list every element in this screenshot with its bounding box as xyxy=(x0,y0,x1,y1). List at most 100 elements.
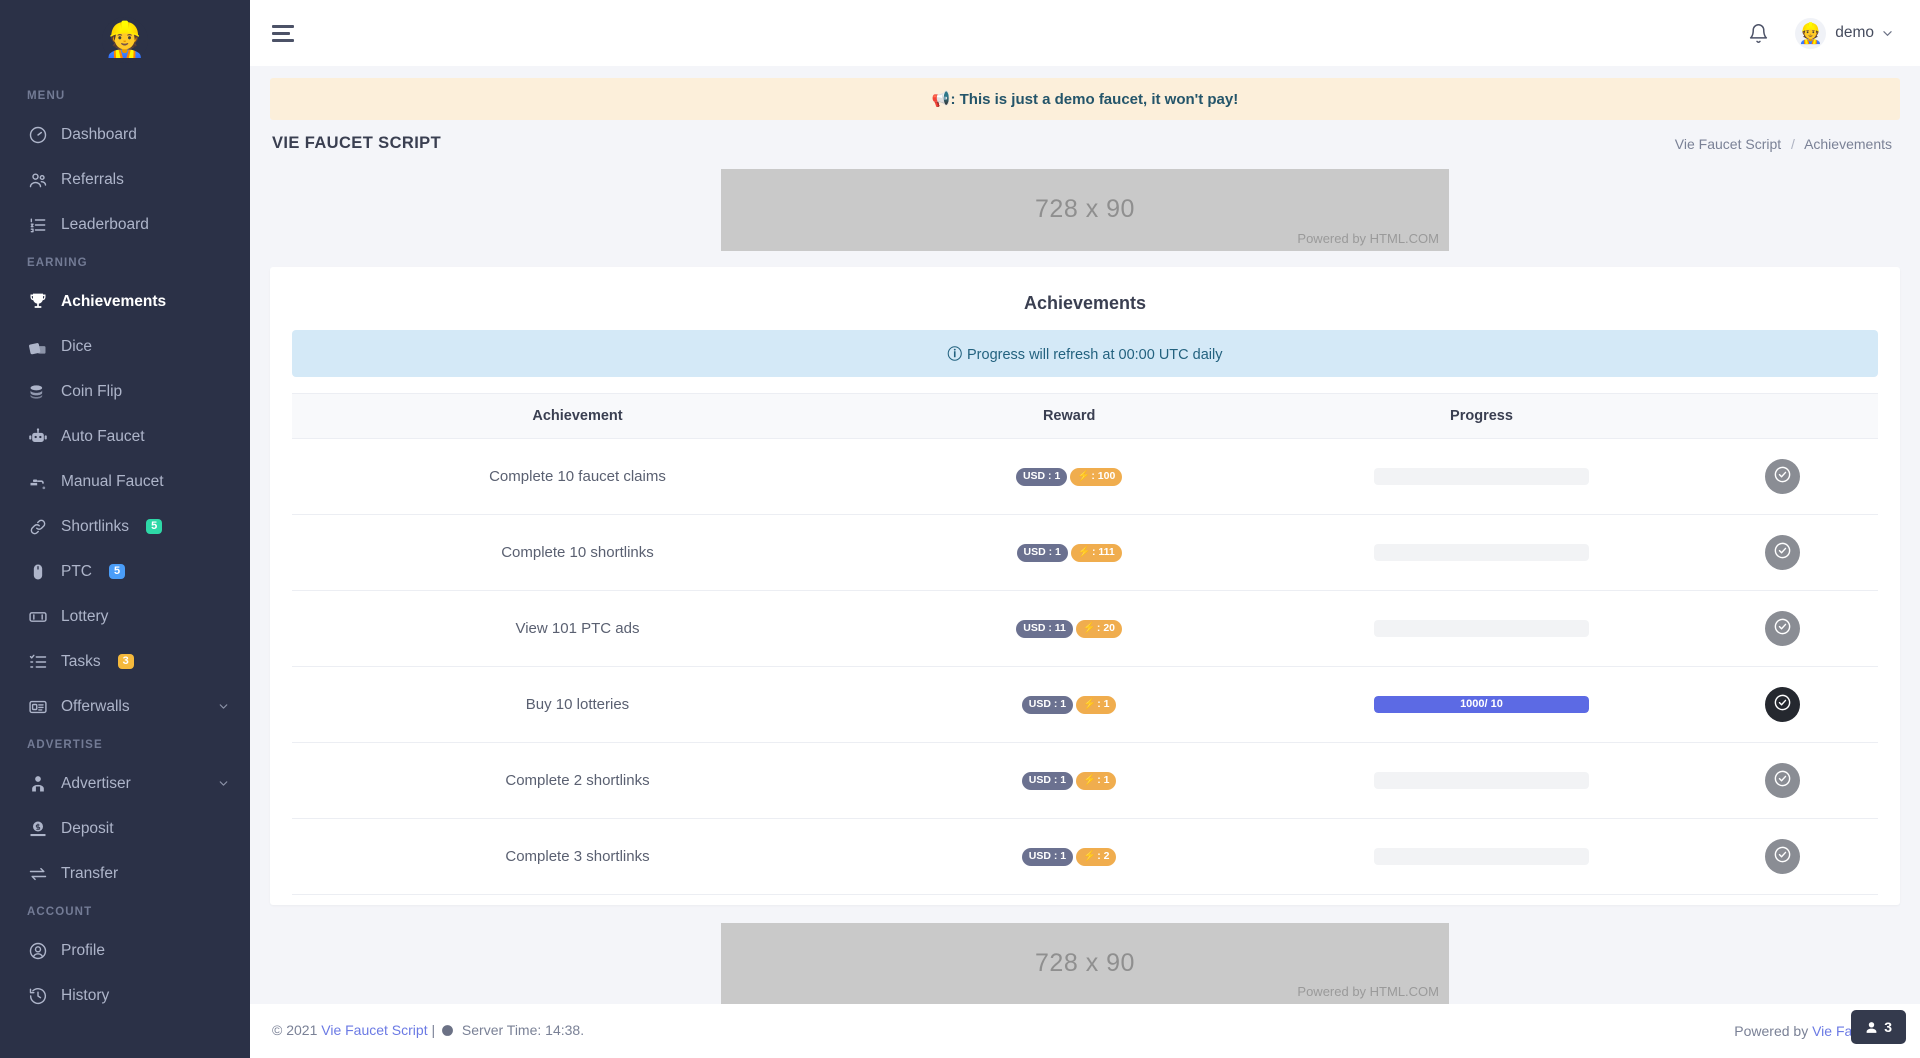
bell-icon[interactable] xyxy=(1748,23,1769,44)
list-ordered-icon xyxy=(27,214,48,235)
clock-icon xyxy=(441,1024,454,1040)
achievement-name: Complete 10 faucet claims xyxy=(292,438,863,514)
progress-track xyxy=(1374,620,1589,637)
reward-token-value: : 1 xyxy=(1097,698,1109,710)
footer-divider: | xyxy=(432,1022,436,1038)
progress-track xyxy=(1374,772,1589,789)
achievements-table-head: Achievement Reward Progress xyxy=(292,393,1878,438)
breadcrumb-current: Achievements xyxy=(1804,136,1892,152)
robot-icon xyxy=(27,426,48,447)
sidebar-nav: MENUDashboardReferralsLeaderboardEARNING… xyxy=(0,80,250,1018)
sidebar-item-offerwalls[interactable]: Offerwalls xyxy=(0,684,250,729)
sidebar-item-shortlinks[interactable]: Shortlinks5 xyxy=(0,504,250,549)
sidebar-item-tasks[interactable]: Tasks3 xyxy=(0,639,250,684)
reward-token-pill: ⚡: 100 xyxy=(1070,468,1122,486)
achievement-reward: USD : 1⚡: 2 xyxy=(863,818,1275,894)
sidebar-item-manual-faucet[interactable]: Manual Faucet xyxy=(0,459,250,504)
main-content: 👷 demo 📢: This is just a demo faucet, it… xyxy=(250,0,1920,1058)
check-circle-icon xyxy=(1773,617,1792,639)
mouse-icon xyxy=(27,561,48,582)
reward-token-pill: ⚡: 1 xyxy=(1076,696,1116,714)
footer-powered-label: Powered by xyxy=(1734,1023,1808,1039)
bolt-icon: ⚡ xyxy=(1083,698,1096,710)
reward-token-pill: ⚡: 1 xyxy=(1076,772,1116,790)
claim-button[interactable] xyxy=(1765,535,1800,570)
history-icon xyxy=(27,985,48,1006)
sidebar-section-title-advertise: ADVERTISE xyxy=(0,729,250,761)
achievement-name: Complete 3 shortlinks xyxy=(292,818,863,894)
progress-refresh-alert: ⓘProgress will refresh at 00:00 UTC dail… xyxy=(292,330,1878,377)
achievement-name: Buy 10 lotteries xyxy=(292,666,863,742)
sidebar-badge-tasks: 3 xyxy=(118,654,134,670)
sidebar-item-leaderboard[interactable]: Leaderboard xyxy=(0,202,250,247)
claim-button[interactable] xyxy=(1765,459,1800,494)
footer-copyright: © 2021 xyxy=(272,1022,317,1038)
reward-token-pill: ⚡: 2 xyxy=(1076,848,1116,866)
sidebar-item-referrals[interactable]: Referrals xyxy=(0,157,250,202)
achievement-name: Complete 2 shortlinks xyxy=(292,742,863,818)
reward-usd-pill: USD : 11 xyxy=(1016,620,1073,638)
table-row: View 101 PTC adsUSD : 11⚡: 20 xyxy=(292,590,1878,666)
claim-button[interactable] xyxy=(1765,687,1800,722)
reward-token-value: : 111 xyxy=(1092,546,1115,558)
sidebar-item-dice[interactable]: Dice xyxy=(0,324,250,369)
column-header-action xyxy=(1688,393,1878,438)
sidebar-item-label: Manual Faucet xyxy=(61,473,164,491)
sidebar-section-title-account: ACCOUNT xyxy=(0,896,250,928)
claim-button[interactable] xyxy=(1765,611,1800,646)
progress-track xyxy=(1374,544,1589,561)
sidebar-item-history[interactable]: History xyxy=(0,973,250,1018)
sidebar-item-lottery[interactable]: Lottery xyxy=(0,594,250,639)
sidebar-logo[interactable]: 👷 xyxy=(0,0,250,80)
coins-icon xyxy=(27,381,48,402)
hamburger-icon[interactable] xyxy=(272,25,294,42)
chevron-down-icon[interactable] xyxy=(217,777,230,790)
sidebar-item-auto-faucet[interactable]: Auto Faucet xyxy=(0,414,250,459)
sidebar-item-label: Transfer xyxy=(61,865,118,883)
sidebar-item-dashboard[interactable]: Dashboard xyxy=(0,112,250,157)
progress-fill: 1000/ 10 xyxy=(1374,696,1589,713)
ad-size-label-bottom: 728 x 90 xyxy=(1035,949,1135,978)
breadcrumb-root[interactable]: Vie Faucet Script xyxy=(1675,136,1781,152)
sidebar-item-profile[interactable]: Profile xyxy=(0,928,250,973)
reward-token-value: : 20 xyxy=(1097,622,1115,634)
achievement-reward: USD : 1⚡: 111 xyxy=(863,514,1275,590)
achievement-action-cell xyxy=(1688,514,1878,590)
reward-usd-pill: USD : 1 xyxy=(1022,772,1073,790)
demo-banner: 📢: This is just a demo faucet, it won't … xyxy=(270,78,1900,120)
sidebar-item-label: Dashboard xyxy=(61,126,137,144)
ad-credit-label: Powered by HTML.COM xyxy=(1297,231,1439,246)
sidebar-item-label: Coin Flip xyxy=(61,383,122,401)
sidebar-item-ptc[interactable]: PTC5 xyxy=(0,549,250,594)
sidebar-item-deposit[interactable]: Deposit xyxy=(0,806,250,851)
reward-token-pill: ⚡: 20 xyxy=(1076,620,1122,638)
footer-brand-link[interactable]: Vie Faucet Script xyxy=(321,1022,427,1038)
ad-banner-top[interactable]: 728 x 90 Powered by HTML.COM xyxy=(721,169,1449,251)
table-row: Buy 10 lotteriesUSD : 1⚡: 11000/ 10 xyxy=(292,666,1878,742)
sidebar-item-transfer[interactable]: Transfer xyxy=(0,851,250,896)
user-menu[interactable]: 👷 demo xyxy=(1795,18,1892,49)
sidebar-item-coin-flip[interactable]: Coin Flip xyxy=(0,369,250,414)
link-icon xyxy=(27,516,48,537)
footer-server-time: Server Time: 14:38. xyxy=(462,1022,584,1038)
claim-button[interactable] xyxy=(1765,839,1800,874)
progress-track xyxy=(1374,468,1589,485)
ad-banner-bottom[interactable]: 728 x 90 Powered by HTML.COM xyxy=(721,923,1449,1005)
chevron-down-icon[interactable] xyxy=(217,700,230,713)
sidebar-item-label: Dice xyxy=(61,338,92,356)
achievements-title: Achievements xyxy=(270,285,1900,330)
sidebar-section-title-earning: EARNING xyxy=(0,247,250,279)
claim-button[interactable] xyxy=(1765,763,1800,798)
online-users-count: 3 xyxy=(1884,1019,1892,1035)
sidebar-item-advertiser[interactable]: Advertiser xyxy=(0,761,250,806)
sidebar-item-achievements[interactable]: Achievements xyxy=(0,279,250,324)
trophy-icon xyxy=(27,291,48,312)
online-users-widget[interactable]: 3 xyxy=(1851,1010,1906,1044)
achievement-action-cell xyxy=(1688,666,1878,742)
sidebar-item-label: Profile xyxy=(61,942,105,960)
check-circle-icon xyxy=(1773,693,1792,715)
achievement-progress xyxy=(1275,742,1687,818)
table-row: Complete 2 shortlinks USD : 1⚡: 1 xyxy=(292,742,1878,818)
achievement-action-cell xyxy=(1688,742,1878,818)
column-header-progress: Progress xyxy=(1275,393,1687,438)
